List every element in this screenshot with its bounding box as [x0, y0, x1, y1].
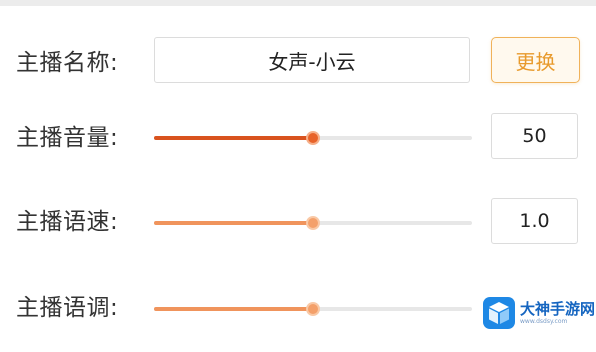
- pitch-slider-thumb[interactable]: [306, 302, 320, 316]
- anchor-name-label: 主播名称:: [16, 50, 119, 76]
- pitch-slider[interactable]: [154, 302, 472, 316]
- anchor-name-field[interactable]: 女声-小云: [154, 37, 470, 83]
- watermark-url: www.dsdsy.com: [520, 318, 568, 325]
- speed-slider-thumb[interactable]: [306, 216, 320, 230]
- speed-value-input[interactable]: 1.0: [491, 198, 578, 244]
- change-anchor-button[interactable]: 更换: [491, 37, 580, 83]
- watermark-title: 大神手游网: [520, 300, 596, 318]
- volume-slider-fill: [154, 136, 313, 140]
- volume-slider-thumb[interactable]: [306, 131, 320, 145]
- speed-label: 主播语速:: [16, 209, 119, 235]
- pitch-slider-fill: [154, 307, 313, 311]
- speed-slider-fill: [154, 221, 313, 225]
- volume-label: 主播音量:: [16, 125, 119, 151]
- pitch-label: 主播语调:: [16, 295, 119, 321]
- watermark: 大神手游网 www.dsdsy.com: [478, 291, 596, 335]
- cube-logo-icon: [483, 297, 515, 329]
- volume-value-input[interactable]: 50: [491, 113, 578, 159]
- speed-slider[interactable]: [154, 216, 472, 230]
- top-divider: [0, 0, 596, 6]
- volume-slider[interactable]: [154, 131, 472, 145]
